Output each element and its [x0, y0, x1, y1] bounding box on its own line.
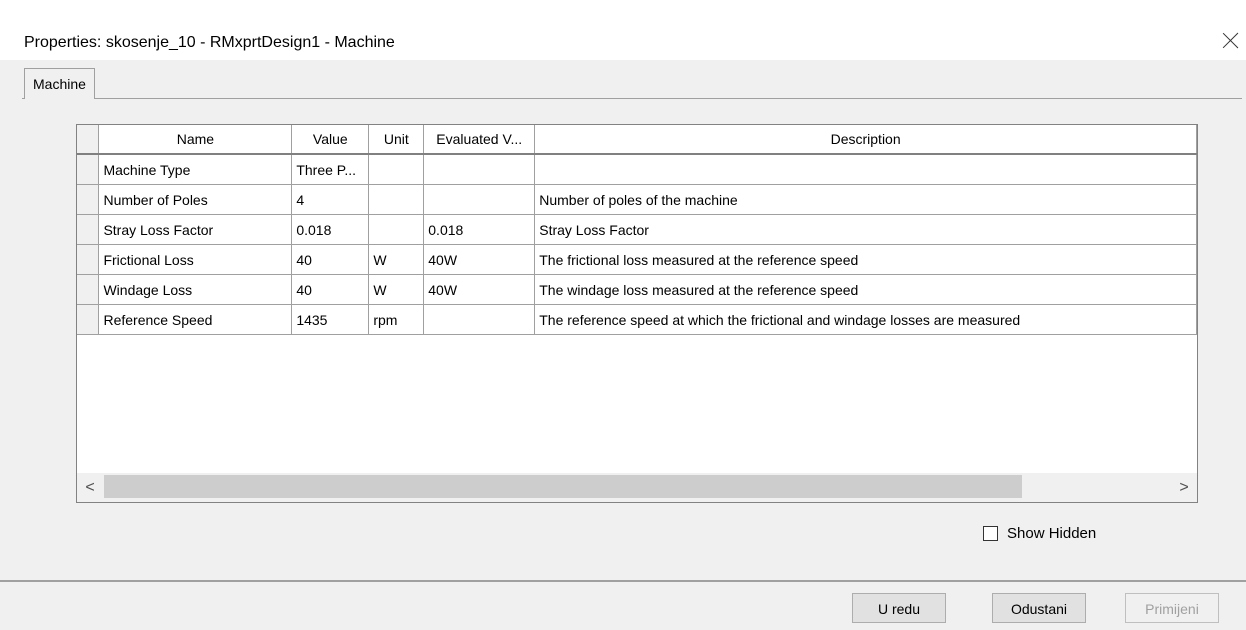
cell-value[interactable]: 1435: [291, 304, 370, 335]
row-header[interactable]: [77, 154, 100, 185]
cell-value[interactable]: 4: [291, 184, 370, 215]
cell-name[interactable]: Machine Type: [98, 154, 293, 185]
table-row[interactable]: Machine Type Three P...: [77, 154, 1197, 185]
table-row[interactable]: Windage Loss 40 W 40W The windage loss m…: [77, 274, 1197, 305]
table-row[interactable]: Reference Speed 1435 rpm The reference s…: [77, 304, 1197, 335]
column-header-value[interactable]: Value: [291, 125, 370, 155]
cell-name[interactable]: Number of Poles: [98, 184, 293, 215]
column-header-evaluated-value[interactable]: Evaluated V...: [423, 125, 536, 155]
cell-value[interactable]: Three P...: [291, 154, 370, 185]
ok-button[interactable]: U redu: [852, 593, 946, 623]
show-hidden-label: Show Hidden: [1007, 525, 1097, 542]
cell-name[interactable]: Stray Loss Factor: [98, 214, 293, 245]
cell-evaluated: [423, 304, 536, 335]
properties-table: Name Value Unit Evaluated V... Descripti…: [77, 125, 1197, 335]
show-hidden-checkbox[interactable]: [983, 526, 998, 541]
cancel-button[interactable]: Odustani: [992, 593, 1086, 623]
horizontal-scrollbar[interactable]: < >: [77, 473, 1197, 502]
row-header[interactable]: [77, 184, 100, 215]
row-header[interactable]: [77, 274, 100, 305]
scrollbar-thumb[interactable]: [104, 475, 1022, 498]
cell-value[interactable]: 0.018: [291, 214, 370, 245]
properties-grid: Name Value Unit Evaluated V... Descripti…: [76, 124, 1198, 503]
cell-description: The windage loss measured at the referen…: [534, 274, 1197, 305]
cell-unit[interactable]: rpm: [368, 304, 425, 335]
cell-evaluated: 40W: [423, 274, 536, 305]
apply-button[interactable]: Primijeni: [1125, 593, 1219, 623]
row-header-corner: [77, 125, 100, 155]
row-header[interactable]: [77, 214, 100, 245]
table-row[interactable]: Number of Poles 4 Number of poles of the…: [77, 184, 1197, 215]
cell-unit[interactable]: W: [368, 244, 425, 275]
cell-unit[interactable]: [368, 214, 425, 245]
table-row[interactable]: Frictional Loss 40 W 40W The frictional …: [77, 244, 1197, 275]
cell-unit[interactable]: W: [368, 274, 425, 305]
column-header-description[interactable]: Description: [534, 125, 1197, 155]
close-icon[interactable]: [1218, 28, 1244, 54]
window-title: Properties: skosenje_10 - RMxprtDesign1 …: [24, 34, 395, 51]
cell-value[interactable]: 40: [291, 274, 370, 305]
cell-name[interactable]: Reference Speed: [98, 304, 293, 335]
properties-dialog: Properties: skosenje_10 - RMxprtDesign1 …: [0, 0, 1246, 630]
scroll-right-icon[interactable]: >: [1171, 473, 1197, 502]
cell-value[interactable]: 40: [291, 244, 370, 275]
title-bar: Properties: skosenje_10 - RMxprtDesign1 …: [0, 8, 1246, 60]
show-hidden-toggle[interactable]: Show Hidden: [983, 525, 1096, 542]
cell-evaluated: [423, 184, 536, 215]
top-strip: [0, 0, 1246, 8]
column-header-unit[interactable]: Unit: [368, 125, 425, 155]
cell-name[interactable]: Windage Loss: [98, 274, 293, 305]
cell-unit[interactable]: [368, 184, 425, 215]
cell-evaluated: [423, 154, 536, 185]
cell-evaluated: 40W: [423, 244, 536, 275]
cell-description: Number of poles of the machine: [534, 184, 1197, 215]
cell-description: The frictional loss measured at the refe…: [534, 244, 1197, 275]
cell-description: [534, 154, 1197, 185]
cell-evaluated: 0.018: [423, 214, 536, 245]
cell-name[interactable]: Frictional Loss: [98, 244, 293, 275]
tab-machine[interactable]: Machine: [24, 68, 95, 99]
cell-description: The reference speed at which the frictio…: [534, 304, 1197, 335]
header-row: Name Value Unit Evaluated V... Descripti…: [77, 125, 1197, 155]
cell-unit[interactable]: [368, 154, 425, 185]
row-header[interactable]: [77, 244, 100, 275]
cell-description: Stray Loss Factor: [534, 214, 1197, 245]
row-header[interactable]: [77, 304, 100, 335]
table-row[interactable]: Stray Loss Factor 0.018 0.018 Stray Loss…: [77, 214, 1197, 245]
scroll-left-icon[interactable]: <: [77, 473, 103, 502]
column-header-name[interactable]: Name: [98, 125, 293, 155]
